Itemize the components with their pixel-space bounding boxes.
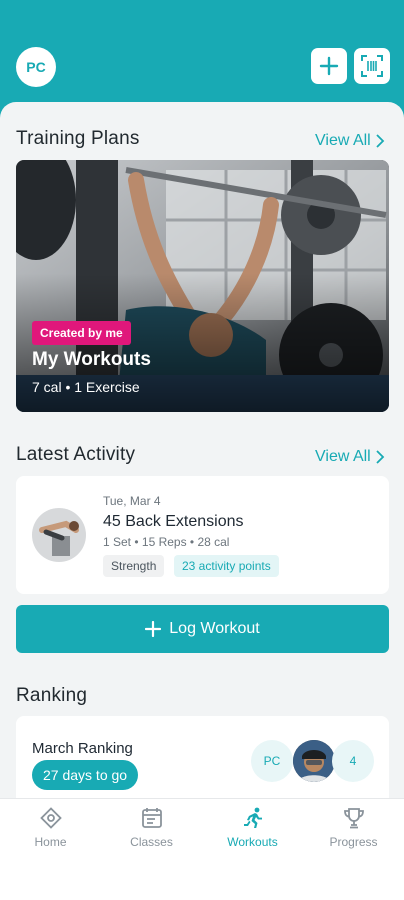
log-workout-button[interactable]: Log Workout [16,605,389,653]
nav-classes[interactable]: Classes [101,807,202,849]
nav-workouts[interactable]: Workouts [202,807,303,849]
gym-photo [16,160,389,412]
latest-activity-view-all[interactable]: View All [315,448,385,466]
plan-title: My Workouts [32,349,151,370]
barcode-scan-icon [361,55,383,77]
view-all-label: View All [315,132,371,149]
bottom-navigation: Home Classes Workouts Progress [0,798,404,900]
nav-progress-label: Progress [329,835,378,849]
days-remaining-pill: 27 days to go [32,760,139,790]
participant-avatar: PC [251,740,293,782]
nav-classes-label: Classes [130,835,173,849]
ranking-title: Ranking [16,685,88,706]
nav-home[interactable]: Home [0,807,101,849]
scan-button[interactable] [354,48,390,84]
activity-name: 45 Back Extensions [103,513,244,530]
training-plan-card[interactable]: Created by me My Workouts 7 cal • 1 Exer… [16,160,389,412]
chevron-right-icon [376,134,385,148]
latest-activity-title: Latest Activity [16,444,136,465]
created-by-badge: Created by me [32,321,131,345]
more-participants-count: 4 [332,740,374,782]
nav-workouts-label: Workouts [227,835,278,849]
activity-date: Tue, Mar 4 [103,494,161,508]
activity-card[interactable]: Tue, Mar 4 45 Back Extensions 1 Set • 15… [16,476,389,594]
avatar-initials: PC [26,59,46,75]
ranking-label: March Ranking [32,740,133,757]
activity-points-chip: 23 activity points [174,555,279,577]
plus-icon [145,621,162,637]
participant-photo-avatar [293,740,335,782]
classes-icon [141,808,162,828]
exercise-thumbnail [32,508,86,562]
home-icon [39,807,62,829]
training-plans-view-all[interactable]: View All [315,132,385,150]
plus-icon [319,56,339,76]
workouts-icon [243,807,262,828]
plan-subtitle: 7 cal • 1 Exercise [32,379,140,395]
nav-home-label: Home [34,835,67,849]
add-button[interactable] [311,48,347,84]
main-content: Training Plans View All Created by me My… [0,102,404,798]
activity-meta: 1 Set • 15 Reps • 28 cal [103,535,230,549]
training-plans-title: Training Plans [16,128,140,149]
ranking-card[interactable]: March Ranking 27 days to go PC 4 [16,716,389,798]
chevron-right-icon [376,450,385,464]
trophy-icon [343,808,364,829]
view-all-label: View All [315,448,371,465]
log-workout-label: Log Workout [169,620,260,637]
profile-avatar[interactable]: PC [16,47,56,87]
nav-progress[interactable]: Progress [303,807,404,849]
category-chip: Strength [103,555,165,577]
